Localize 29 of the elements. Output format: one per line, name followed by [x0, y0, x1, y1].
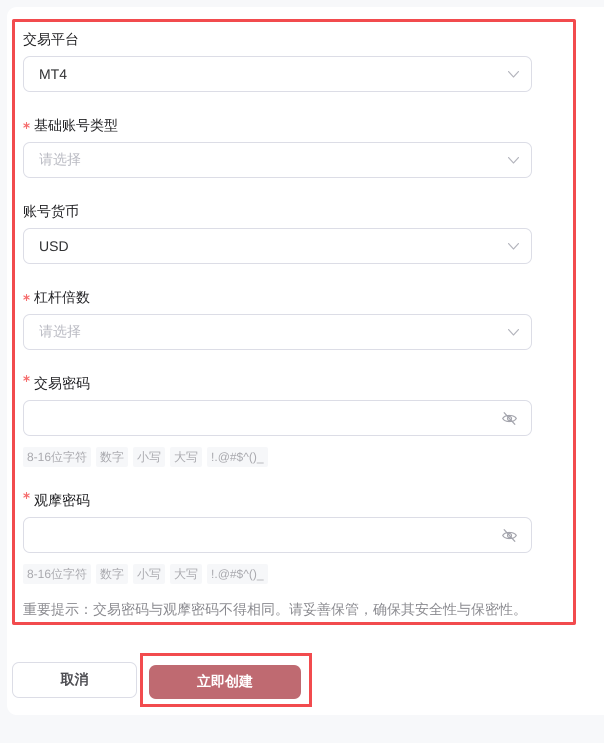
password-field[interactable]: [23, 517, 532, 553]
cancel-button[interactable]: 取消: [12, 662, 137, 698]
field-label: 交易密码: [34, 374, 90, 393]
chevron-down-icon: [508, 70, 519, 78]
chevron-down-icon: [508, 328, 519, 336]
rule-tag: !.@#$^()_: [207, 564, 268, 584]
field-label: 交易平台: [23, 30, 79, 49]
rule-tag: 数字: [96, 447, 128, 467]
chevron-down-icon: [508, 242, 519, 250]
field-label: 杠杆倍数: [34, 288, 90, 307]
rule-tag: 大写: [170, 564, 202, 584]
eye-slash-icon[interactable]: [502, 412, 517, 424]
field-label: 观摩密码: [34, 491, 90, 510]
select-field[interactable]: USD: [23, 228, 532, 264]
field-label: 基础账号类型: [34, 116, 118, 135]
rule-tag: 小写: [133, 447, 166, 467]
rule-tag: 数字: [96, 564, 128, 584]
create-button[interactable]: 立即创建: [149, 665, 301, 699]
rule-tag: 小写: [133, 564, 166, 584]
select-field[interactable]: MT4: [23, 56, 532, 92]
eye-slash-icon[interactable]: [502, 528, 517, 542]
hint-text: 重要提示：交易密码与观摩密码不得相同。请妥善保管，确保其安全性与保密性。: [23, 600, 528, 619]
rule-tag: !.@#$^()_: [207, 447, 268, 467]
rule-tag: 8-16位字符: [23, 447, 92, 467]
chevron-down-icon: [508, 156, 519, 164]
password-field[interactable]: [23, 400, 532, 436]
rule-tag: 8-16位字符: [23, 564, 92, 584]
rule-tag: 大写: [170, 447, 202, 467]
field-label: 账号货币: [23, 202, 79, 221]
